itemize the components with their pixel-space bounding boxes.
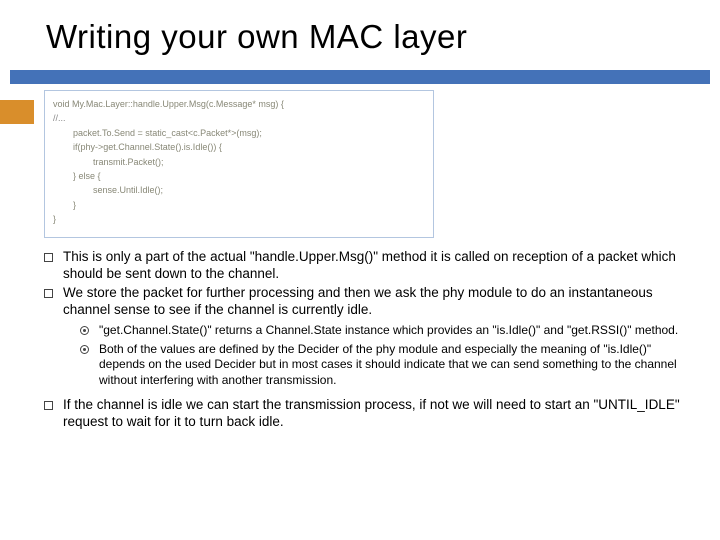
bullet-item: If the channel is idle we can start the … [44,396,690,431]
square-bullet-icon [44,253,53,262]
slide-title: Writing your own MAC layer [0,0,720,70]
code-line: transmit.Packet(); [53,155,425,169]
circle-bullet-icon [80,326,89,335]
code-line: packet.To.Send = static_cast<c.Packet*>(… [53,126,425,140]
accent-block [0,100,34,124]
bullet-item: We store the packet for further processi… [44,284,690,319]
sub-bullet-item: Both of the values are defined by the De… [80,342,690,388]
content-body: This is only a part of the actual "handl… [0,238,720,431]
code-box: void My.Mac.Layer::handle.Upper.Msg(c.Me… [44,90,434,238]
sub-bullet-item: "get.Channel.State()" returns a Channel.… [80,323,690,338]
title-underline [10,70,710,84]
sub-bullet-text: "get.Channel.State()" returns a Channel.… [99,323,678,338]
square-bullet-icon [44,401,53,410]
code-line: //... [53,111,425,125]
code-line: } [53,198,425,212]
bullet-item: This is only a part of the actual "handl… [44,248,690,283]
code-line: } else { [53,169,425,183]
bullet-text: This is only a part of the actual "handl… [63,248,690,283]
code-line: void My.Mac.Layer::handle.Upper.Msg(c.Me… [53,97,425,111]
code-line: if(phy->get.Channel.State().is.Idle()) { [53,140,425,154]
circle-bullet-icon [80,345,89,354]
bullet-text: If the channel is idle we can start the … [63,396,690,431]
code-line: sense.Until.Idle(); [53,183,425,197]
bullet-text: We store the packet for further processi… [63,284,690,319]
sub-bullet-text: Both of the values are defined by the De… [99,342,690,388]
code-line: } [53,212,425,226]
square-bullet-icon [44,289,53,298]
